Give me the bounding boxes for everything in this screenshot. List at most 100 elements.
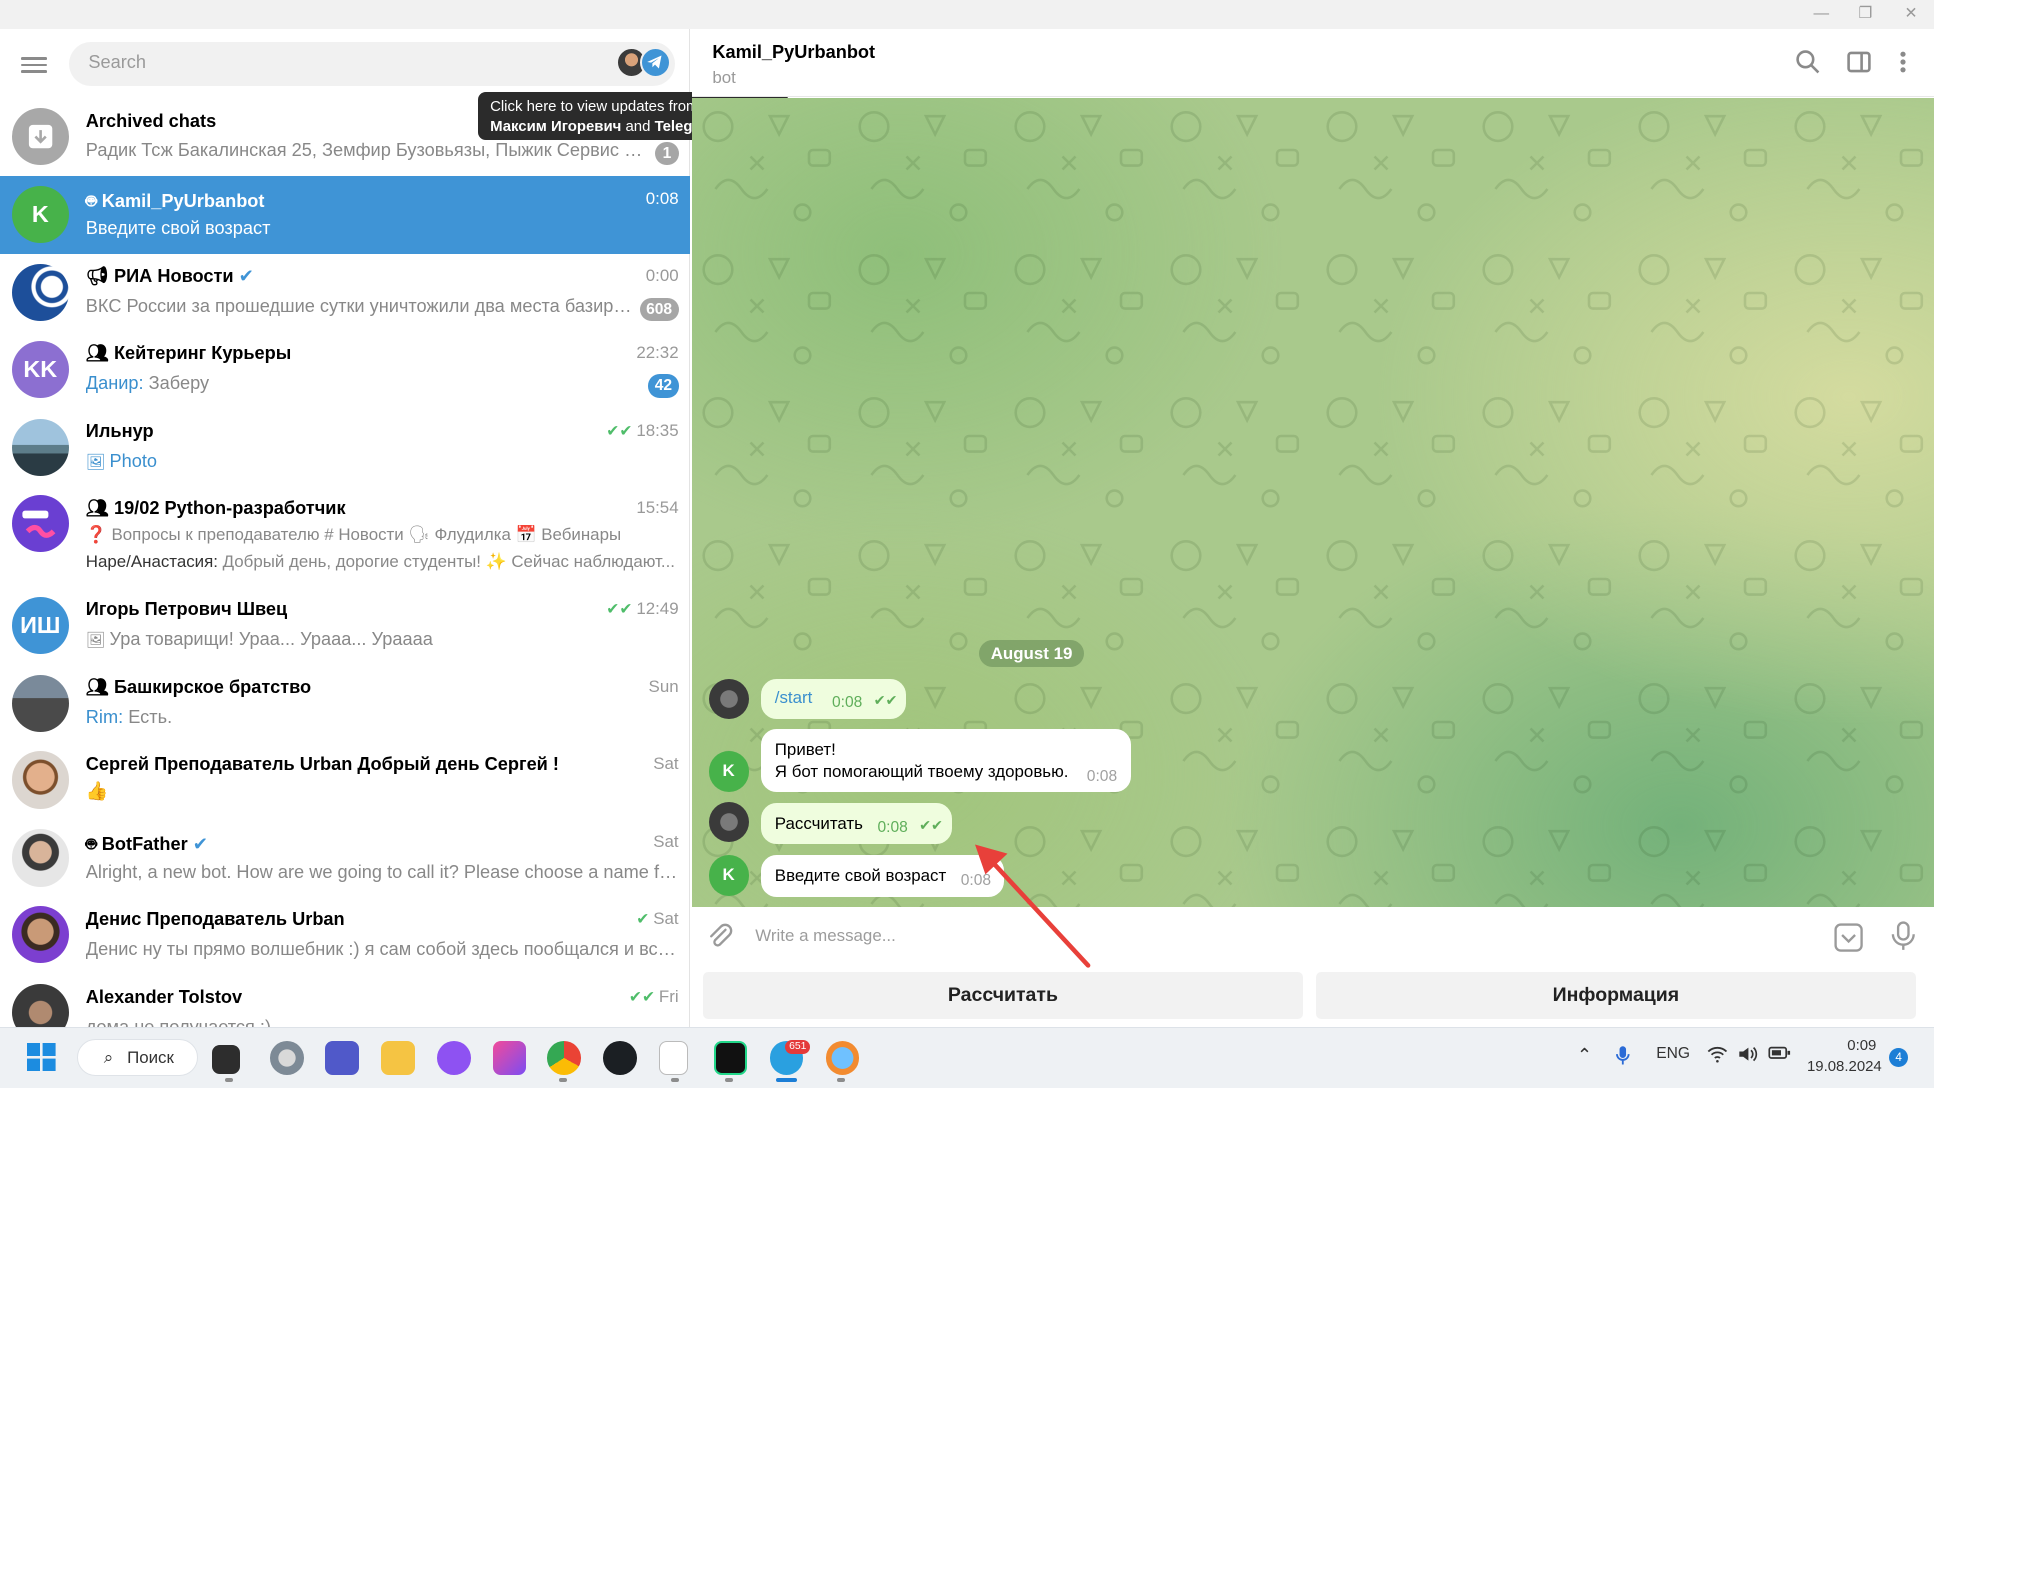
notepad-icon[interactable] [659, 1041, 688, 1076]
microphone-icon[interactable] [1889, 920, 1918, 958]
bot-keyboard-toggle-icon[interactable] [1833, 922, 1864, 960]
message-time: 0:08 [832, 694, 863, 712]
message-bubble-outgoing[interactable]: /start 0:08 ✔✔ [760, 678, 907, 719]
chevron-up-icon[interactable]: ⌃ [1577, 1045, 1592, 1066]
stories-avatars[interactable] [616, 46, 673, 81]
chat-row-sergey-urban[interactable]: Сергей Преподаватель Urban Добрый день С… [0, 741, 690, 819]
chat-row-botfather[interactable]: 🤖︎ BotFather ✔ Sat Alright, a new bot. H… [0, 819, 690, 897]
search-icon[interactable] [1794, 49, 1823, 78]
pycharm-icon[interactable] [713, 1041, 748, 1076]
teams-icon[interactable] [325, 1041, 359, 1076]
chat-time: ✔✔ 18:35 [606, 421, 679, 441]
message-bubble-incoming[interactable]: Привет! Я бот помогающий твоему здоровью… [760, 729, 1131, 792]
chat-preview: Денис ну ты прямо волшебник :) я сам соб… [85, 938, 679, 959]
chat-subtitle: bot [712, 67, 736, 87]
battery-icon[interactable] [1768, 1045, 1791, 1066]
hamburger-menu-icon[interactable] [20, 53, 47, 74]
window-titlebar: — ❐ ✕ [0, 0, 1935, 29]
message-input[interactable]: Write a message... [755, 926, 896, 946]
read-checkmarks-icon: ✔✔ [606, 601, 633, 619]
running-indicator [559, 1077, 567, 1082]
chat-row-ria-novosti[interactable]: 📢︎ РИА Новости ✔ 0:00 ВКС России за прош… [0, 253, 690, 331]
restore-button[interactable]: ❐ [1846, 4, 1885, 25]
copilot-icon[interactable] [492, 1041, 527, 1076]
close-button[interactable]: ✕ [1891, 4, 1930, 25]
message-text: Рассчитать [774, 813, 863, 833]
keyboard-button-information[interactable]: Информация [1315, 972, 1917, 1020]
chat-name: Alexander Tolstov [85, 986, 243, 1007]
clock-date[interactable]: 19.08.2024 [1807, 1058, 1882, 1075]
message-text[interactable]: /start [775, 688, 813, 708]
avatar[interactable] [708, 678, 749, 719]
file-explorer-icon[interactable] [380, 1041, 415, 1076]
chrome-icon[interactable] [547, 1041, 582, 1076]
taskbar-search-button[interactable]: ⌕ Поиск [76, 1038, 198, 1077]
github-icon[interactable] [603, 1041, 637, 1076]
chat-name: Игорь Петрович Швец [85, 599, 288, 620]
date-separator: August 19 [978, 639, 1085, 667]
volume-icon[interactable] [1738, 1045, 1759, 1068]
megaphone-icon: 📢︎ [85, 266, 114, 287]
alice-icon[interactable] [436, 1041, 471, 1076]
chat-row-igor-shvets[interactable]: ИШ Игорь Петрович Швец ✔✔ 12:49 🖼︎ Ура тов… [0, 586, 690, 664]
chat-preview: 👍 [85, 781, 109, 802]
chat-time: 0:08 [645, 188, 679, 208]
avatar [11, 418, 69, 476]
clock-time[interactable]: 0:09 [1847, 1037, 1876, 1054]
message-bubble-outgoing[interactable]: Рассчитать 0:08 ✔✔ [760, 803, 952, 844]
verified-icon: ✔ [238, 266, 254, 287]
paint-icon[interactable] [825, 1041, 860, 1076]
avatar [11, 751, 69, 809]
chat-name: 👥︎ Башкирское братство [85, 677, 312, 698]
message-text: Привет! [774, 739, 836, 759]
bot-avatar[interactable]: K [708, 751, 749, 792]
running-indicator [725, 1077, 734, 1082]
chat-name: Ильнур [85, 421, 154, 442]
search-icon: ⌕ [103, 1047, 114, 1067]
chat-name: Денис Преподаватель Urban [85, 908, 345, 929]
attach-icon[interactable] [706, 922, 735, 958]
chat-time: ✔✔ 12:49 [606, 599, 679, 619]
bot-icon: 🤖︎ [85, 834, 102, 854]
read-checkmarks-icon: ✔✔ [919, 817, 944, 834]
taskbar-search-label: Поиск [127, 1047, 174, 1067]
avatar[interactable] [708, 802, 749, 843]
running-indicator [837, 1077, 845, 1082]
verified-icon: ✔ [192, 834, 208, 854]
avatar: K [11, 185, 69, 244]
running-indicator [224, 1077, 233, 1082]
unread-badge: 608 [639, 297, 679, 322]
input-language[interactable]: ENG [1656, 1045, 1690, 1063]
wifi-icon[interactable] [1707, 1045, 1728, 1068]
read-checkmarks-icon: ✔✔ [606, 423, 633, 441]
chat-time: ✔ Sat [636, 908, 679, 928]
avatar [11, 829, 69, 887]
chat-name: 🤖︎ Kamil_PyUrbanbot [85, 190, 265, 211]
telegram-story-icon[interactable] [639, 46, 671, 78]
more-options-icon[interactable] [1889, 49, 1918, 78]
windows-start-icon[interactable] [27, 1042, 56, 1072]
chat-row-denis-urban[interactable]: Денис Преподаватель Urban ✔ Sat Денис ну … [0, 896, 690, 974]
chat-preview: Данир: Заберу [85, 373, 210, 394]
chat-title[interactable]: Kamil_PyUrbanbot [712, 42, 875, 63]
task-view-icon[interactable] [211, 1045, 241, 1074]
bot-avatar[interactable]: K [708, 855, 749, 896]
microphone-tray-icon[interactable] [1615, 1045, 1631, 1071]
telegram-unread-badge: 651 [785, 1040, 811, 1055]
chat-name: 👥︎ Кейтеринг Курьеры [85, 343, 292, 364]
group-icon: 👥︎ [85, 343, 114, 364]
chat-row-bashkir-brotherhood[interactable]: 👥︎ Башкирское братство Sun Rim: Есть. [0, 664, 690, 742]
sidebar-toggle-icon[interactable] [1845, 49, 1874, 78]
minimize-button[interactable]: — [1802, 4, 1841, 25]
photo-thumbnail-icon: 🖼︎ [85, 632, 106, 650]
chat-row-alexander-tolstov[interactable]: Alexander Tolstov ✔✔ Fri дома не получает… [0, 974, 690, 1027]
chat-row-kamil-pyurbanbot[interactable]: K 🤖︎ Kamil_PyUrbanbot 0:08 Введите свой … [0, 175, 691, 254]
chat-row-catering-couriers[interactable]: KK 👥︎ Кейтеринг Курьеры 22:32 Данир: Заб… [0, 330, 690, 408]
search-input[interactable] [68, 41, 675, 86]
sent-checkmark-icon: ✔ [636, 910, 650, 928]
chat-row-python-developer[interactable]: 👥︎ 19/02 Python-разработчик 15:54 ❓ Вопр… [0, 485, 690, 586]
running-indicator [670, 1077, 679, 1082]
chat-name: 🤖︎ BotFather ✔ [85, 834, 208, 854]
keyboard-button-calculate[interactable]: Рассчитать [703, 972, 1303, 1020]
chat-row-ilnur[interactable]: Ильнур ✔✔ 18:35 🖼︎ Photo [0, 408, 690, 486]
